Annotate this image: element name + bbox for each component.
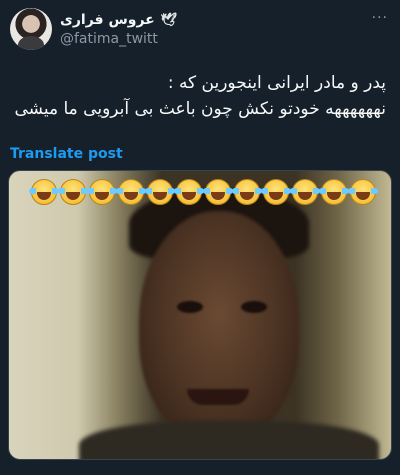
laughing-crying-emoji-icon bbox=[116, 179, 146, 205]
laughing-crying-emoji-icon bbox=[290, 179, 320, 205]
laughing-crying-emoji-icon bbox=[87, 179, 117, 205]
post-text-line: پدر و مادر ایرانی اینجورین که : bbox=[167, 73, 386, 93]
dove-icon: 🕊 bbox=[160, 12, 178, 28]
laughing-crying-emoji-icon bbox=[232, 179, 262, 205]
laughing-crying-emoji-icon bbox=[319, 179, 349, 205]
translate-post-link[interactable]: Translate post bbox=[10, 146, 123, 162]
image-eye bbox=[177, 301, 203, 313]
laughing-crying-emoji-icon bbox=[145, 179, 175, 205]
image-shirt bbox=[79, 421, 379, 459]
image-face bbox=[139, 211, 299, 441]
laughing-crying-emoji-icon bbox=[261, 179, 291, 205]
laughing-crying-emoji-icon bbox=[203, 179, 233, 205]
laughing-crying-emoji-icon bbox=[348, 179, 378, 205]
post-image[interactable] bbox=[8, 170, 392, 460]
tweet-card: عروس فراری 🕊 @fatima_twitt ··· پدر و ماد… bbox=[0, 0, 400, 475]
laughing-crying-emoji-icon bbox=[29, 179, 59, 205]
post-text: پدر و مادر ایرانی اینجورین که : نههههههه… bbox=[14, 70, 387, 122]
more-options-icon[interactable]: ··· bbox=[372, 10, 388, 26]
display-name[interactable]: عروس فراری 🕊 bbox=[60, 12, 177, 28]
user-handle[interactable]: @fatima_twitt bbox=[60, 31, 158, 47]
image-mouth bbox=[187, 389, 249, 405]
emoji-row bbox=[29, 179, 378, 205]
post-text-line: نههههههه خودتو نکش چون باعث بی آبرویی ما… bbox=[14, 99, 387, 119]
image-eye bbox=[241, 301, 267, 313]
display-name-text[interactable]: عروس فراری bbox=[60, 12, 155, 28]
laughing-crying-emoji-icon bbox=[58, 179, 88, 205]
avatar[interactable] bbox=[10, 8, 52, 50]
laughing-crying-emoji-icon bbox=[174, 179, 204, 205]
